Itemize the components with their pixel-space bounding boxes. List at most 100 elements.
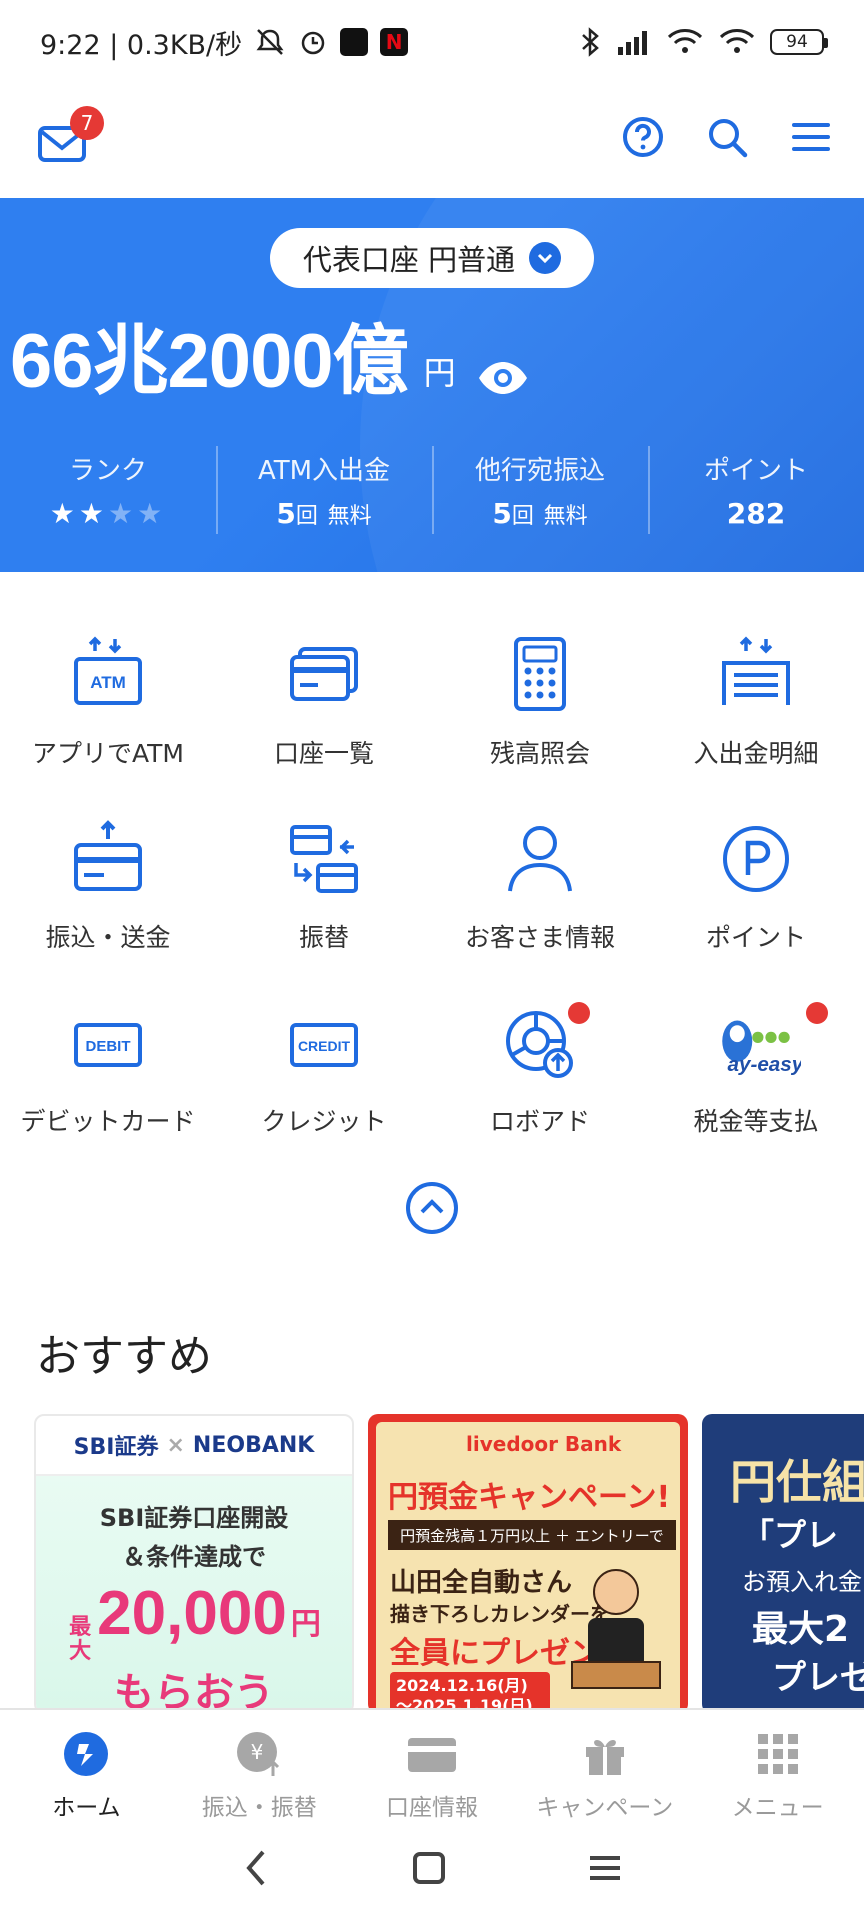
menu-point[interactable]: ポイント	[648, 814, 864, 954]
menu-label: 振替	[298, 923, 349, 952]
menu-tax-payment[interactable]: ay-easy 税金等支払	[648, 998, 864, 1138]
atm-stat[interactable]: ATM入出金 5回 無料	[216, 446, 432, 536]
nav-label: ホーム	[52, 1795, 121, 1821]
recent-apps-icon[interactable]	[587, 1850, 623, 1890]
balance-panel: 代表口座 円普通 66兆2000億 円 ランク ★★★★ ATM入出金 5回 無…	[0, 198, 864, 572]
star-icon: ★★	[49, 497, 108, 530]
transfer-count-unit: 回	[511, 504, 534, 529]
menu-label: アプリでATM	[31, 739, 184, 768]
account-stats: ランク ★★★★ ATM入出金 5回 無料 他行宛振込 5回 無料 ポイント 2…	[0, 446, 864, 536]
menu-debit[interactable]: DEBIT デビットカード	[0, 998, 216, 1138]
promo-line: お預入れ金	[742, 1568, 862, 1596]
rank-stat[interactable]: ランク ★★★★	[0, 446, 216, 536]
promo-line: 最大2	[752, 1609, 850, 1650]
credit-icon: CREDIT	[279, 998, 369, 1088]
app-header: 7	[0, 84, 864, 198]
section-title-recommend: おすすめ	[36, 1331, 212, 1382]
app-notification-icon	[340, 28, 369, 56]
menu-label: ポイント	[705, 923, 806, 952]
mail-badge: 7	[70, 106, 104, 140]
nav-menu[interactable]: メニュー	[691, 1710, 864, 1821]
quick-menu-grid: ATM アプリでATM 口座一覧 残高照会 入出金明細 振込・送金 振替 お客さ…	[0, 630, 864, 1138]
back-icon[interactable]	[241, 1848, 271, 1892]
svg-text:¥: ¥	[251, 1740, 264, 1764]
point-label: ポイント	[703, 456, 808, 486]
promo-date-start: 2024.12.16(月)	[396, 1676, 528, 1695]
search-icon[interactable]	[704, 114, 750, 160]
transfer-count: 5	[492, 497, 512, 530]
notification-dot	[806, 1002, 828, 1024]
promo-prefix: 最大	[69, 1615, 92, 1664]
nav-account-info[interactable]: 口座情報	[346, 1710, 519, 1821]
atm-count-unit: 回	[295, 504, 318, 529]
hamburger-menu-icon[interactable]	[788, 114, 834, 160]
promo-line: 「プレ	[742, 1516, 839, 1554]
rank-label: ランク	[68, 456, 147, 486]
menu-label: デビットカード	[20, 1107, 196, 1136]
menu-robo-advisor[interactable]: ロボアド	[432, 998, 648, 1138]
cross-icon: ×	[166, 1432, 185, 1458]
account-selector[interactable]: 代表口座 円普通	[270, 228, 594, 288]
nav-label: 振込・振替	[201, 1795, 317, 1821]
balance-currency: 円	[423, 354, 456, 392]
wifi6-icon	[718, 28, 756, 56]
menu-balance[interactable]: 残高照会	[432, 630, 648, 770]
chevron-down-icon	[529, 242, 562, 274]
promo-yen: 円	[290, 1607, 321, 1642]
promo-carousel[interactable]: SBI証券 × NEOBANK SBI証券口座開設 ＆条件達成で 最大 20,0…	[0, 1414, 864, 1714]
svg-text:ATM: ATM	[90, 673, 126, 692]
menu-label: 税金等支払	[693, 1107, 819, 1136]
menu-label: 残高照会	[489, 739, 590, 768]
livedoor-logo: livedoor Bank	[466, 1432, 622, 1456]
grid-menu-icon	[691, 1730, 864, 1778]
nav-home[interactable]: ホーム	[0, 1710, 173, 1821]
chevron-up-icon[interactable]	[404, 1180, 460, 1236]
promo-line: 円仕組	[730, 1455, 864, 1509]
debit-icon: DEBIT	[63, 998, 153, 1088]
promo-amount: 20,000	[97, 1579, 287, 1648]
wifi-icon	[666, 28, 704, 56]
home-square-icon[interactable]	[411, 1850, 447, 1890]
signal-icon	[616, 29, 652, 55]
pay-easy-icon: ay-easy	[711, 998, 801, 1088]
menu-label: クレジット	[261, 1107, 387, 1136]
notification-dot	[568, 1002, 590, 1024]
menu-statement[interactable]: 入出金明細	[648, 630, 864, 770]
alarm-icon	[298, 27, 328, 57]
nav-transfer[interactable]: ¥ 振込・振替	[173, 1710, 346, 1821]
menu-app-atm[interactable]: ATM アプリでATM	[0, 630, 216, 770]
transfer-stat[interactable]: 他行宛振込 5回 無料	[432, 446, 648, 536]
status-bar: 9:22 | 0.3KB/秒 N 94	[0, 0, 864, 84]
rank-stars: ★★★★	[0, 497, 216, 530]
sbi-logo: SBI証券	[73, 1435, 159, 1460]
credit-icon-text: CREDIT	[298, 1038, 351, 1054]
menu-customer-info[interactable]: お客さま情報	[432, 814, 648, 954]
neobank-logo: NEOBANK	[192, 1432, 315, 1458]
character-illustration-icon	[566, 1562, 666, 1692]
home-icon	[0, 1730, 173, 1778]
point-stat[interactable]: ポイント 282	[648, 446, 864, 536]
promo-title: 円預金キャンペーン!	[388, 1480, 671, 1515]
status-time: 9:22 | 0.3KB/秒	[40, 29, 243, 61]
netflix-icon: N	[380, 28, 409, 56]
promo-strip: 円預金残高１万円以上 ＋ エントリーで	[388, 1520, 676, 1550]
battery-icon: 94	[770, 29, 828, 55]
promo-line: もらおう	[114, 1670, 274, 1714]
atm-label: ATM入出金	[257, 456, 391, 486]
atm-transfer-icon: ATM	[63, 630, 153, 720]
nav-label: メニュー	[731, 1795, 824, 1821]
menu-transfer[interactable]: 振替	[216, 814, 432, 954]
system-navigation-bar	[0, 1820, 864, 1920]
menu-credit[interactable]: CREDIT クレジット	[216, 998, 432, 1138]
cards-icon	[279, 630, 369, 720]
menu-send-money[interactable]: 振込・送金	[0, 814, 216, 954]
account-selector-label: 代表口座 円普通	[302, 243, 516, 277]
help-icon[interactable]	[620, 114, 666, 160]
promo-card[interactable]: 円仕組 「プレ お預入れ金 最大2 プレゼ	[702, 1414, 864, 1714]
nav-campaign[interactable]: キャンペーン	[518, 1710, 691, 1821]
promo-card[interactable]: livedoor Bank 円預金キャンペーン! 円預金残高１万円以上 ＋ エン…	[368, 1414, 688, 1714]
promo-card[interactable]: SBI証券 × NEOBANK SBI証券口座開設 ＆条件達成で 最大 20,0…	[34, 1414, 354, 1714]
menu-account-list[interactable]: 口座一覧	[216, 630, 432, 770]
promo-line: 山田全自動さん	[390, 1568, 573, 1598]
eye-icon[interactable]	[476, 360, 530, 400]
